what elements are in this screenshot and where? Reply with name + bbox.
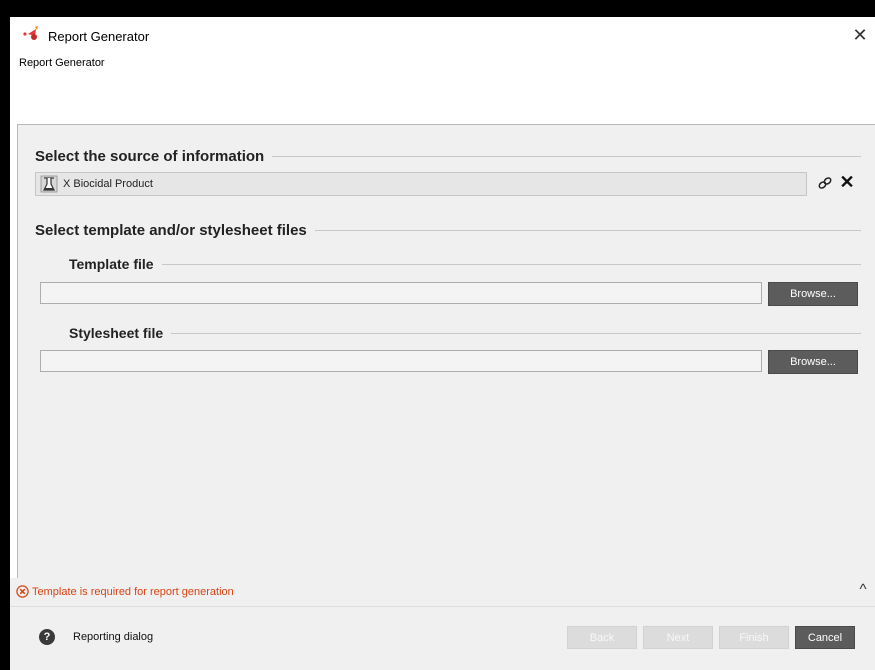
error-circle-icon [16, 585, 29, 598]
collapse-chevron-icon[interactable]: ^ [854, 581, 872, 599]
next-button[interactable]: Next [643, 626, 713, 649]
report-generator-window: Report Generator ✕ Report Generator Sele… [10, 17, 875, 670]
remove-source-icon[interactable]: ✕ [838, 171, 856, 193]
stylesheet-file-input[interactable] [40, 350, 762, 372]
validation-bar: Template is required for report generati… [10, 578, 875, 606]
validation-message: Template is required for report generati… [32, 586, 234, 598]
template-browse-button[interactable]: Browse... [768, 282, 858, 306]
cancel-button[interactable]: Cancel [795, 626, 855, 649]
source-name: X Biocidal Product [63, 178, 153, 190]
link-icon[interactable] [817, 175, 833, 191]
stylesheet-file-section: Stylesheet file [69, 324, 861, 342]
stylesheet-browse-button[interactable]: Browse... [768, 350, 858, 374]
report-settings-panel: Select the source of information X Bioci… [17, 124, 875, 587]
window-subtitle: Report Generator [19, 57, 105, 69]
source-field[interactable]: X Biocidal Product [35, 172, 807, 196]
close-window-button[interactable]: ✕ [849, 24, 871, 46]
back-button[interactable]: Back [567, 626, 637, 649]
template-file-section: Template file [69, 255, 861, 273]
templates-section-legend: Select template and/or stylesheet files [35, 221, 307, 239]
section-divider [161, 263, 861, 265]
dialog-footer: ? Reporting dialog Back Next Finish Canc… [10, 606, 875, 670]
stylesheet-file-legend: Stylesheet file [69, 325, 164, 341]
section-divider [272, 155, 861, 157]
app-logo-icon [23, 26, 38, 40]
templates-section: Select template and/or stylesheet files [35, 221, 861, 239]
title-bar: Report Generator ✕ [10, 17, 875, 47]
template-file-legend: Template file [69, 256, 154, 272]
source-section-legend: Select the source of information [35, 147, 265, 165]
flask-icon [40, 175, 58, 193]
template-file-input[interactable] [40, 282, 762, 304]
help-label: Reporting dialog [73, 631, 154, 643]
section-divider [171, 332, 861, 334]
finish-button[interactable]: Finish [719, 626, 789, 649]
source-section: Select the source of information [35, 147, 861, 165]
help-icon[interactable]: ? [39, 629, 55, 645]
section-divider [314, 229, 861, 231]
window-title: Report Generator [48, 29, 150, 44]
